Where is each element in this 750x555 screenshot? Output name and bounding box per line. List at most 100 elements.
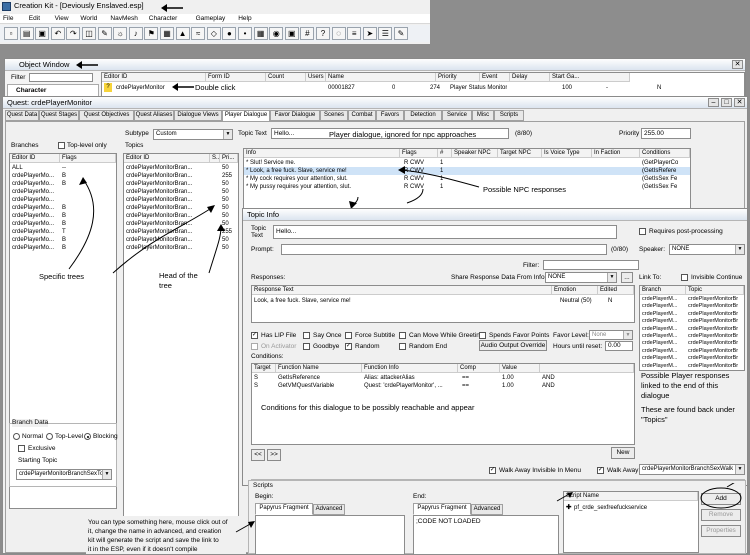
new-icon[interactable]: ▫ [4, 27, 18, 40]
object-col-header[interactable]: Event [480, 73, 510, 82]
walk-invisible-checkbox[interactable]: ✓ [489, 467, 496, 474]
filter-input[interactable] [543, 260, 639, 270]
link-row[interactable]: crdePlayerM... crdePlayerMonitorBr [640, 318, 744, 325]
link-col-topic[interactable]: Topic [686, 286, 744, 295]
properties-button[interactable]: Properties [701, 525, 741, 537]
save-icon[interactable]: ▣ [35, 27, 50, 40]
sound-icon[interactable]: ♪ [128, 27, 143, 40]
walk-away-select[interactable]: crdePlayerMonitorBranchSexWalk ▼ [639, 464, 745, 475]
filter-input[interactable] [29, 73, 93, 82]
share-select[interactable]: NONE ▼ [545, 272, 617, 283]
light-icon[interactable]: ☼ [113, 27, 128, 40]
begin-papyrus-tab[interactable]: Papyrus Fragment [255, 503, 313, 515]
invisible-continue-checkbox[interactable] [681, 274, 688, 281]
requires-post-checkbox[interactable] [639, 228, 646, 235]
resp-col-text[interactable]: Response Text [252, 286, 552, 295]
menu-edit[interactable]: Edit [29, 15, 40, 23]
menu-file[interactable]: File [3, 15, 13, 23]
sphere-icon[interactable]: ● [222, 27, 237, 40]
scripts-icon[interactable]: ✎ [394, 27, 408, 40]
hours-input[interactable]: 0.00 [605, 341, 633, 351]
cond-col-header[interactable]: Target [252, 364, 276, 373]
topic-text-field[interactable]: Hello... [273, 225, 617, 239]
object-col-header[interactable]: Delay [510, 73, 550, 82]
audio-override-button[interactable]: Audio Output Override [479, 340, 547, 351]
chk-on-activator-checkbox[interactable] [251, 343, 258, 350]
menu-world[interactable]: World [80, 15, 97, 23]
link-row[interactable]: crdePlayerM... crdePlayerMonitorBr [640, 363, 744, 370]
prev-info-button[interactable]: << [251, 449, 265, 461]
speaker-select[interactable]: NONE ▼ [669, 244, 745, 255]
link-row[interactable]: crdePlayerM... crdePlayerMonitorBr [640, 355, 744, 362]
close-icon[interactable]: ✕ [732, 60, 743, 69]
begin-advanced-tab[interactable]: Advanced [313, 504, 345, 515]
render-icon[interactable]: ◫ [82, 27, 96, 40]
open-icon[interactable]: ▤ [19, 27, 34, 40]
terrain-icon[interactable]: ▲ [175, 27, 190, 40]
link-row[interactable]: crdePlayerM... crdePlayerMonitorBr [640, 348, 744, 355]
chk-say-once-checkbox[interactable] [303, 332, 310, 339]
chk-can-move-checkbox[interactable] [399, 332, 406, 339]
object-col-header[interactable]: Count [266, 73, 306, 82]
menu-character[interactable]: Character [149, 15, 178, 23]
chk-random-checkbox[interactable]: ✓ [345, 343, 352, 350]
remove-script-button[interactable]: Remove [701, 509, 741, 521]
resp-col-edited[interactable]: Edited [598, 286, 634, 295]
water-icon[interactable]: ≈ [191, 27, 206, 40]
walk-away-checkbox[interactable]: ✓ [597, 467, 604, 474]
marker-icon[interactable]: ⚑ [144, 27, 159, 40]
menu-gameplay[interactable]: Gameplay [196, 15, 226, 23]
resp-col-emotion[interactable]: Emotion [552, 286, 598, 295]
navmesh-icon[interactable]: ◇ [206, 27, 221, 40]
prompt-input[interactable] [281, 244, 607, 255]
list-icon[interactable]: ☰ [378, 27, 393, 40]
lock-icon[interactable]: ▣ [284, 27, 299, 40]
cond-col-header[interactable]: Function Name [276, 364, 362, 373]
bubble-icon[interactable]: ◌ [331, 27, 346, 40]
object-col-header[interactable]: Name [326, 73, 436, 82]
link-row[interactable]: crdePlayerM... crdePlayerMonitorBr [640, 340, 744, 347]
cond-col-header[interactable]: Comp [458, 364, 500, 373]
cube-icon[interactable]: ▦ [160, 27, 174, 40]
condition-row[interactable]: S GetIsReference Alias: attackerAlias == 1.0… [252, 374, 634, 382]
cond-col-header[interactable]: Value [500, 364, 540, 373]
cond-col-header[interactable]: Function Info [362, 364, 458, 373]
link-row[interactable]: crdePlayerM... crdePlayerMonitorBr [640, 333, 744, 340]
object-col-header[interactable]: Users [306, 73, 326, 82]
share-browse-button[interactable]: ... [621, 272, 633, 283]
next-info-button[interactable]: >> [267, 449, 281, 461]
link-col-branch[interactable]: Branch [640, 286, 686, 295]
object-col-header[interactable]: Start Ga... [550, 73, 630, 82]
object-col-header[interactable]: Editor ID [102, 73, 206, 82]
script-item[interactable]: pf_crde_sexfreefuckservice [574, 504, 647, 512]
link-row[interactable]: crdePlayerM... crdePlayerMonitorBr [640, 296, 744, 303]
tree-item-character[interactable]: Character [16, 87, 46, 95]
condition-row[interactable]: S GetVMQuestVariable Quest: 'crdePlayerMon… [252, 382, 634, 390]
help-icon[interactable]: ? [316, 27, 330, 40]
chk-spends-favor-checkbox[interactable] [479, 332, 486, 339]
link-row[interactable]: crdePlayerM... crdePlayerMonitorBr [640, 311, 744, 318]
responses-list[interactable]: Response Text Emotion Edited Look, a free … [251, 285, 635, 323]
begin-fragment-editor[interactable] [255, 515, 405, 555]
snap-icon[interactable]: # [300, 27, 315, 40]
end-fragment-editor[interactable]: ;CODE NOT LOADED [413, 515, 559, 555]
link-row[interactable]: crdePlayerM... crdePlayerMonitorBr [640, 326, 744, 333]
link-row[interactable]: crdePlayerM... crdePlayerMonitorBr [640, 303, 744, 310]
grid-icon[interactable]: ▦ [253, 27, 268, 40]
response-text[interactable]: Look, a free fuck. Slave, service me! [254, 297, 351, 305]
object-col-header[interactable]: Form ID [206, 73, 266, 82]
favor-level-select[interactable]: None ▼ [589, 330, 633, 340]
arrow-icon[interactable]: ➤ [362, 27, 377, 40]
script-list[interactable]: Script Name ✚ pf_crde_sexfreefuckservice [563, 491, 699, 553]
redo-icon[interactable]: ↷ [66, 27, 81, 40]
object-col-header[interactable]: Priority [436, 73, 480, 82]
menu-view[interactable]: View [55, 15, 69, 23]
menu-navmesh[interactable]: NavMesh [110, 15, 137, 23]
chk-goodbye-checkbox[interactable] [303, 343, 310, 350]
cond-col-header[interactable] [540, 364, 634, 373]
brush-icon[interactable]: ✎ [97, 27, 112, 40]
chk-force-subtitle-checkbox[interactable] [345, 332, 352, 339]
stairs-icon[interactable]: ≡ [347, 27, 362, 40]
camera-icon[interactable]: ◉ [269, 27, 284, 40]
undo-icon[interactable]: ↶ [50, 27, 65, 40]
